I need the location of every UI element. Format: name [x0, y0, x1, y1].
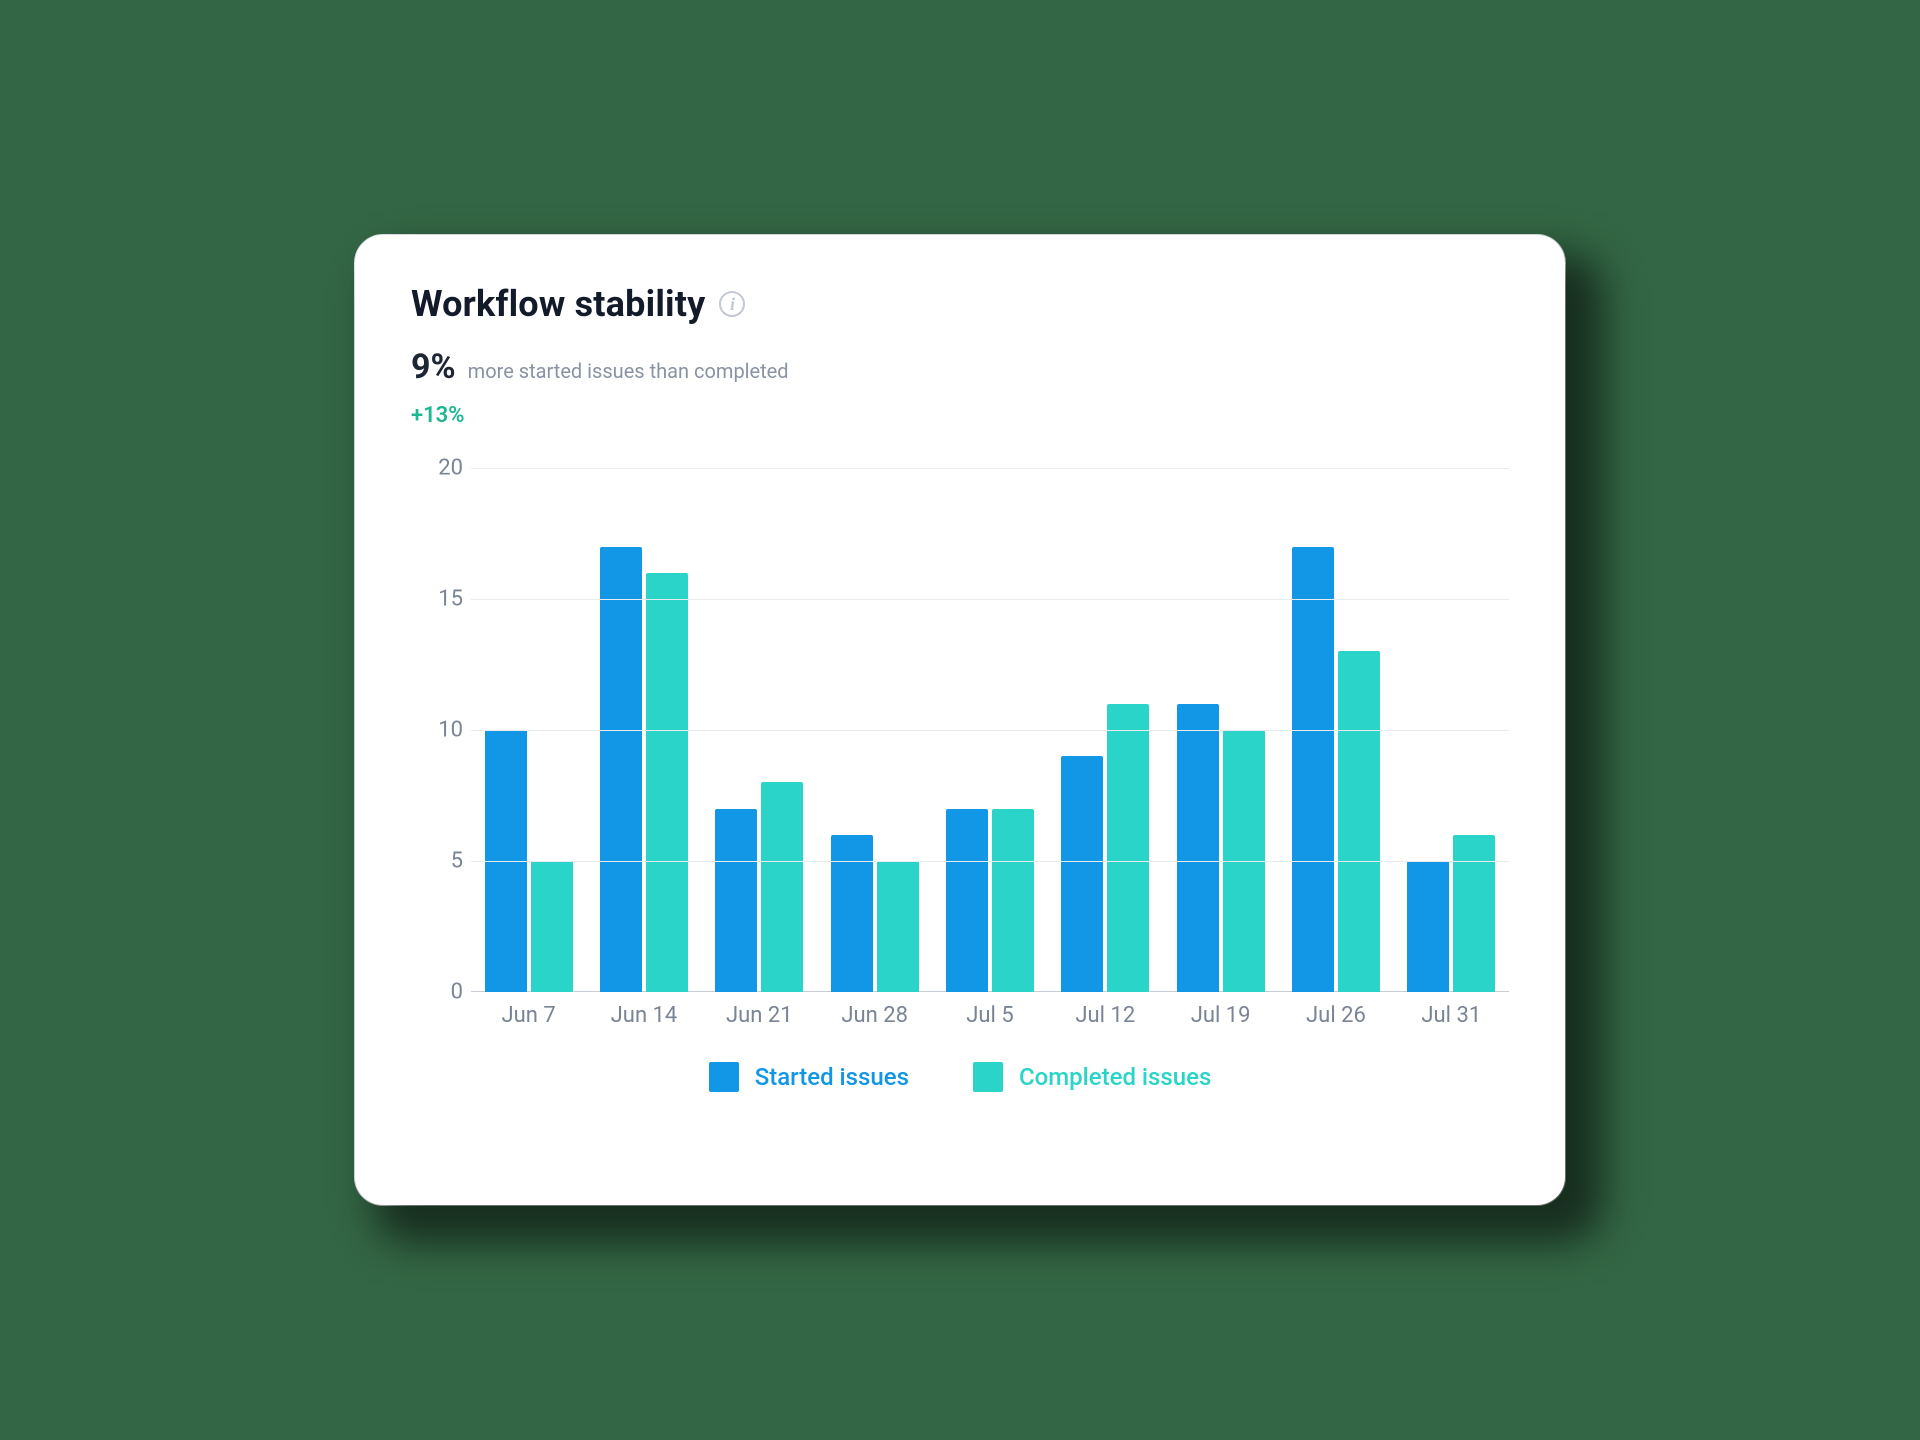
legend-label: Completed issues	[1019, 1063, 1211, 1091]
bar-completed[interactable]	[1338, 651, 1380, 992]
x-axis-tick: Jun 21	[719, 1003, 799, 1028]
bar-group	[715, 782, 803, 992]
legend-swatch-icon	[973, 1062, 1003, 1092]
y-axis-tick: 20	[411, 456, 463, 481]
x-axis-tick: Jul 26	[1296, 1003, 1376, 1028]
workflow-stability-card: Workflow stability i 9% more started iss…	[355, 235, 1565, 1205]
summary-value: 9%	[411, 347, 456, 387]
chart-plot	[471, 468, 1509, 992]
x-axis-tick: Jul 19	[1181, 1003, 1261, 1028]
bar-group	[1061, 704, 1149, 992]
bar-completed[interactable]	[877, 861, 919, 992]
bar-completed[interactable]	[1107, 704, 1149, 992]
legend-label: Started issues	[755, 1063, 909, 1091]
y-axis-tick: 5	[411, 849, 463, 874]
bar-group	[1177, 704, 1265, 992]
bar-group	[1407, 835, 1495, 992]
bar-started[interactable]	[1407, 861, 1449, 992]
bar-completed[interactable]	[1453, 835, 1495, 992]
legend-swatch-icon	[709, 1062, 739, 1092]
x-axis-tick: Jun 14	[604, 1003, 684, 1028]
y-axis-tick: 10	[411, 718, 463, 743]
x-axis-tick: Jun 28	[835, 1003, 915, 1028]
chart-gridline	[471, 599, 1509, 600]
bar-completed[interactable]	[992, 809, 1034, 992]
bar-started[interactable]	[831, 835, 873, 992]
y-axis-tick: 15	[411, 587, 463, 612]
bar-group	[1292, 547, 1380, 992]
bar-group	[946, 809, 1034, 992]
bar-started[interactable]	[715, 809, 757, 992]
x-axis-tick: Jul 31	[1411, 1003, 1491, 1028]
x-axis-tick: Jul 5	[950, 1003, 1030, 1028]
bar-started[interactable]	[1177, 704, 1219, 992]
summary-delta: +13%	[411, 403, 1509, 428]
x-axis-tick: Jun 7	[489, 1003, 569, 1028]
bar-completed[interactable]	[531, 861, 573, 992]
chart-x-axis: Jun 7 Jun 14 Jun 21 Jun 28 Jul 5 Jul 12 Jul 19…	[471, 992, 1509, 1038]
bar-started[interactable]	[946, 809, 988, 992]
chart-gridline	[471, 730, 1509, 731]
chart-legend: Started issues Completed issues	[411, 1062, 1509, 1092]
bar-group	[831, 835, 919, 992]
legend-item-started[interactable]: Started issues	[709, 1062, 909, 1092]
bar-completed[interactable]	[646, 573, 688, 992]
bar-completed[interactable]	[761, 782, 803, 992]
y-axis-tick: 0	[411, 980, 463, 1005]
chart-gridline	[471, 861, 1509, 862]
legend-item-completed[interactable]: Completed issues	[973, 1062, 1211, 1092]
bar-group	[600, 547, 688, 992]
bar-started[interactable]	[600, 547, 642, 992]
card-header: Workflow stability i	[411, 283, 1509, 325]
info-icon[interactable]: i	[719, 291, 745, 317]
summary-description: more started issues than completed	[468, 359, 789, 383]
chart-gridline	[471, 468, 1509, 469]
bar-started[interactable]	[1292, 547, 1334, 992]
x-axis-tick: Jul 12	[1065, 1003, 1145, 1028]
summary-stat: 9% more started issues than completed	[411, 347, 1509, 387]
bar-started[interactable]	[1061, 756, 1103, 992]
chart-area: Jun 7 Jun 14 Jun 21 Jun 28 Jul 5 Jul 12 Jul 19…	[411, 468, 1509, 1038]
card-title: Workflow stability	[411, 283, 705, 325]
